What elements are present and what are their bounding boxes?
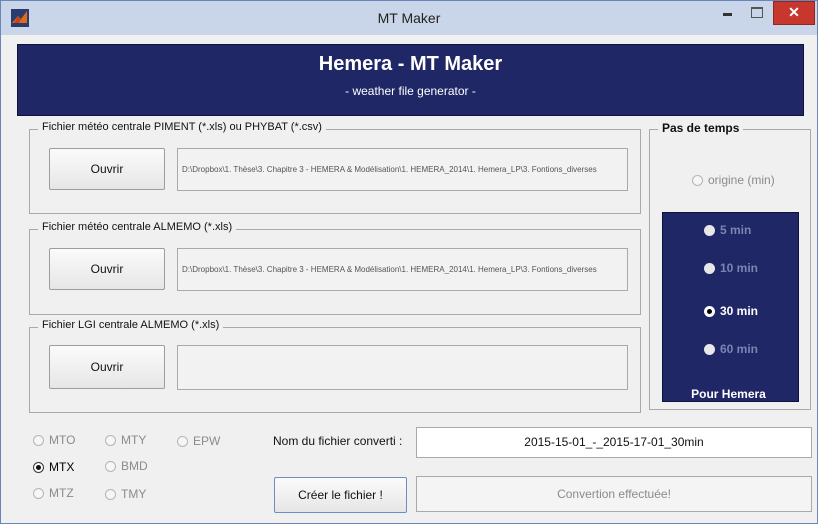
format-mto-label: MTO [49,433,76,447]
format-mtx-label: MTX [49,460,75,474]
maximize-icon [751,7,763,18]
almemo-meteo-path-field[interactable]: D:\Dropbox\1. Thèse\3. Chapitre 3 - HEME… [177,248,628,291]
minimize-button[interactable] [713,1,743,23]
step-30-radio[interactable]: 30 min [704,304,758,318]
lgi-almemo-legend: Fichier LGI centrale ALMEMO (*.xls) [38,319,224,331]
radio-circle-icon [105,434,116,446]
radio-circle-icon [33,487,44,499]
app-header: Hemera - MT Maker - weather file generat… [17,44,804,116]
title-bar[interactable]: MT Maker ✕ [1,1,817,35]
format-mty-radio[interactable]: MTY [105,433,146,447]
piment-path-field[interactable]: D:\Dropbox\1. Thèse\3. Chapitre 3 - HEME… [177,148,628,191]
step-10-label: 10 min [720,261,759,275]
format-tmy-label: TMY [121,487,147,501]
radio-selected-icon [704,305,715,317]
step-60-radio[interactable]: 60 min [704,342,758,356]
step-30-label: 30 min [720,304,759,318]
step-60-label: 60 min [720,342,759,356]
step-options: 5 min 10 min 30 min 60 min [662,212,799,402]
mt-maker-window: MT Maker ✕ Hemera - MT Maker - weather f… [0,0,818,524]
radio-circle-icon [704,224,715,236]
minimize-icon [723,13,732,16]
filename-label: Nom du fichier converti : [273,434,403,448]
create-file-button[interactable]: Créer le fichier ! [274,477,407,513]
pour-hemera-label: Pour Hemera [686,387,771,401]
format-mtx-radio[interactable]: MTX [33,460,74,474]
origine-radio[interactable]: origine (min) [692,173,775,187]
pas-de-temps-legend: Pas de temps [658,121,744,135]
step-10-radio[interactable]: 10 min [704,261,758,275]
radio-circle-icon [105,460,116,472]
close-icon: ✕ [788,4,800,20]
status-field: Convertion effectuée! [416,476,812,512]
close-button[interactable]: ✕ [773,1,815,25]
format-epw-label: EPW [193,434,221,448]
format-mto-radio[interactable]: MTO [33,433,75,447]
format-mtz-label: MTZ [49,486,74,500]
format-tmy-radio[interactable]: TMY [105,487,146,501]
format-bmd-label: BMD [121,459,148,473]
radio-circle-icon [704,262,715,274]
almemo-meteo-legend: Fichier météo centrale ALMEMO (*.xls) [38,221,237,233]
piment-phybat-legend: Fichier météo centrale PIMENT (*.xls) ou… [38,121,326,133]
open-almemo-meteo-button[interactable]: Ouvrir [49,248,165,290]
radio-circle-icon [105,488,116,500]
lgi-path-field[interactable] [177,345,628,390]
step-5-label: 5 min [720,223,752,237]
radio-circle-icon [33,434,44,446]
open-piment-button[interactable]: Ouvrir [49,148,165,190]
step-5-radio[interactable]: 5 min [704,223,751,237]
radio-circle-icon [177,435,188,447]
radio-circle-icon [704,343,715,355]
format-bmd-radio[interactable]: BMD [105,459,148,473]
format-epw-radio[interactable]: EPW [177,434,220,448]
radio-circle-icon [692,174,703,186]
format-mtz-radio[interactable]: MTZ [33,486,74,500]
format-mty-label: MTY [121,433,147,447]
filename-input[interactable]: 2015-15-01_-_2015-17-01_30min [416,427,812,458]
app-subtitle: - weather file generator - [345,84,476,98]
radio-selected-icon [33,461,44,473]
open-lgi-button[interactable]: Ouvrir [49,345,165,389]
origine-label: origine (min) [708,173,775,187]
window-title: MT Maker [377,10,441,26]
app-title: Hemera - MT Maker [318,53,503,75]
maximize-button[interactable] [743,1,771,23]
